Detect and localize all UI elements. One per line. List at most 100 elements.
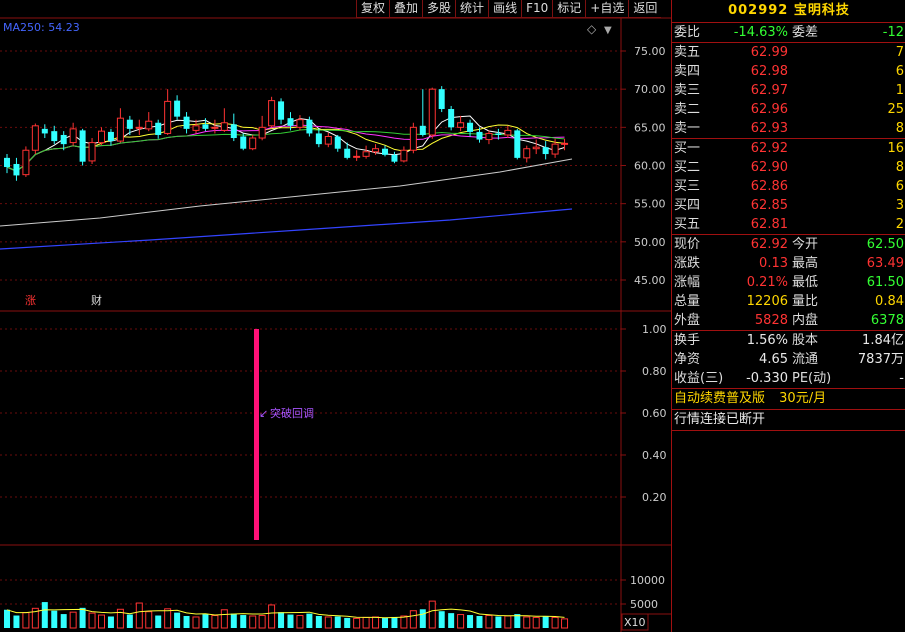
volume-bar (211, 615, 219, 629)
price-tick-label: 70.00 (634, 83, 666, 96)
toolbar-button-2[interactable]: 多股 (422, 0, 456, 18)
candle-body (448, 109, 455, 128)
order-label: 买三 (674, 179, 701, 194)
bids-row[interactable]: 买四 62.85 3 (672, 196, 905, 215)
weibi-label: 委比 (674, 25, 701, 40)
asks-row[interactable]: 卖一 62.93 8 (672, 119, 905, 138)
toolbar-button-5[interactable]: F10 (521, 0, 553, 18)
volume-bar (60, 614, 67, 628)
order-volume: 6 (895, 179, 904, 194)
stat-value: 5828 (754, 313, 788, 328)
volume-bar (315, 616, 322, 628)
toolbar-button-4[interactable]: 画线 (488, 0, 522, 18)
volume-bar (504, 615, 512, 629)
volume-bar (353, 617, 361, 629)
ma60-polyline (0, 158, 573, 227)
candle-body (523, 148, 531, 159)
stock-header[interactable]: 002992 宝明科技 (672, 0, 905, 23)
indicator-tick-label: 0.80 (642, 365, 667, 378)
indicator-tick-label: 0.40 (642, 449, 667, 462)
volume-bar (287, 614, 294, 628)
candle-body (391, 154, 398, 162)
volume-bar (419, 609, 426, 628)
stat-value: 62.50 (866, 237, 904, 252)
expand-icon[interactable]: ▼ (604, 25, 612, 36)
candle-body (372, 148, 380, 153)
candle-body (495, 133, 502, 135)
order-volume: 25 (887, 102, 904, 117)
stat-label: 涨跌 (674, 256, 701, 271)
bids-row[interactable]: 买一 62.92 16 (672, 139, 905, 158)
asks-row[interactable]: 卖五 62.99 7 (672, 43, 905, 62)
promo-row[interactable]: 自动续费普及版 30元/月 (672, 389, 905, 410)
stat-value: 61.50 (866, 275, 904, 290)
price-axis: 75.00 70.00 65.00 60.00 55.00 50.00 45.00 (621, 45, 666, 287)
badge-cai-text[interactable]: 财 (91, 293, 102, 307)
volume-bar (532, 616, 540, 629)
stock-name: 宝明科技 (793, 3, 850, 18)
volume-bar (485, 615, 493, 629)
asks-row[interactable]: 卖四 62.98 6 (672, 62, 905, 81)
stat-row: 外盘 5828 内盘 6378 (672, 311, 905, 330)
order-volume: 16 (887, 141, 904, 156)
toolbar-button-6[interactable]: 标记 (552, 0, 586, 18)
volume-bar (164, 608, 172, 629)
fin-value: - (899, 371, 904, 386)
volume-grid (0, 579, 621, 605)
volume-bar (400, 615, 408, 629)
candle-body (51, 131, 58, 142)
candle-body (278, 101, 285, 120)
stat-value: 62.92 (750, 237, 788, 252)
candle-body (287, 118, 294, 126)
fin-row: 收益(三) -0.330 PE(动) - (672, 369, 905, 388)
stat-row: 总量 12206 量比 0.84 (672, 292, 905, 311)
bids-row[interactable]: 买二 62.90 8 (672, 158, 905, 177)
stat-value: 6378 (870, 313, 904, 328)
volume-bar (240, 615, 247, 628)
candle-body (400, 149, 408, 162)
fin-label: 换手 (674, 333, 701, 348)
order-price: 62.96 (750, 102, 788, 117)
candle-body (164, 100, 172, 134)
toolbar-button-3[interactable]: 统计 (455, 0, 489, 18)
candle-body (211, 126, 219, 129)
badge-zhang-text[interactable]: 涨 (25, 294, 36, 307)
volume-bar (409, 610, 417, 629)
asks-row[interactable]: 卖二 62.96 25 (672, 100, 905, 119)
order-volume: 3 (895, 198, 904, 213)
volume-bar (174, 612, 181, 628)
candle-body (41, 128, 48, 134)
toolbar-button-0[interactable]: 复权 (356, 0, 390, 18)
chart-area[interactable]: MA250: 54.23 ◇ ▼ 75.00 70.00 65.00 60.00 55.… (0, 0, 671, 632)
volume-unit-label[interactable]: X10 (624, 616, 646, 629)
toolbar-button-7[interactable]: +自选 (585, 0, 629, 18)
candle-body (561, 142, 569, 145)
stat-label: 现价 (674, 237, 701, 252)
toolbar-button-1[interactable]: 叠加 (389, 0, 423, 18)
volume-bar (362, 616, 370, 629)
asks-row[interactable]: 卖三 62.97 1 (672, 81, 905, 100)
indicator-tick-label: 0.60 (642, 407, 667, 420)
order-label: 买五 (674, 217, 701, 232)
price-tick-label: 65.00 (634, 121, 666, 134)
volume-bar (372, 616, 380, 629)
stat-label: 最高 (792, 256, 819, 271)
price-grid (0, 50, 621, 281)
indicator-tick-label: 0.20 (642, 491, 667, 504)
fin-value: 7837万 (857, 352, 904, 367)
candle-body (315, 133, 322, 145)
volume-bar (220, 609, 228, 629)
order-price: 62.99 (750, 45, 788, 60)
fin-row: 净资 4.65 流通 7837万 (672, 350, 905, 369)
weibi-value: -14.63% (733, 25, 788, 40)
candle-body (116, 117, 124, 142)
fin-value: 1.84亿 (862, 333, 904, 348)
bids-row[interactable]: 买三 62.86 6 (672, 177, 905, 196)
stat-label: 最低 (792, 275, 819, 290)
bids-row[interactable]: 买五 62.81 2 (672, 215, 905, 234)
diamond-icon[interactable]: ◇ (587, 22, 597, 36)
promo-price: 30元/月 (779, 391, 827, 406)
volume-bar (107, 616, 114, 628)
stat-label: 外盘 (674, 313, 701, 328)
toolbar-button-8[interactable]: 返回 (628, 0, 662, 18)
